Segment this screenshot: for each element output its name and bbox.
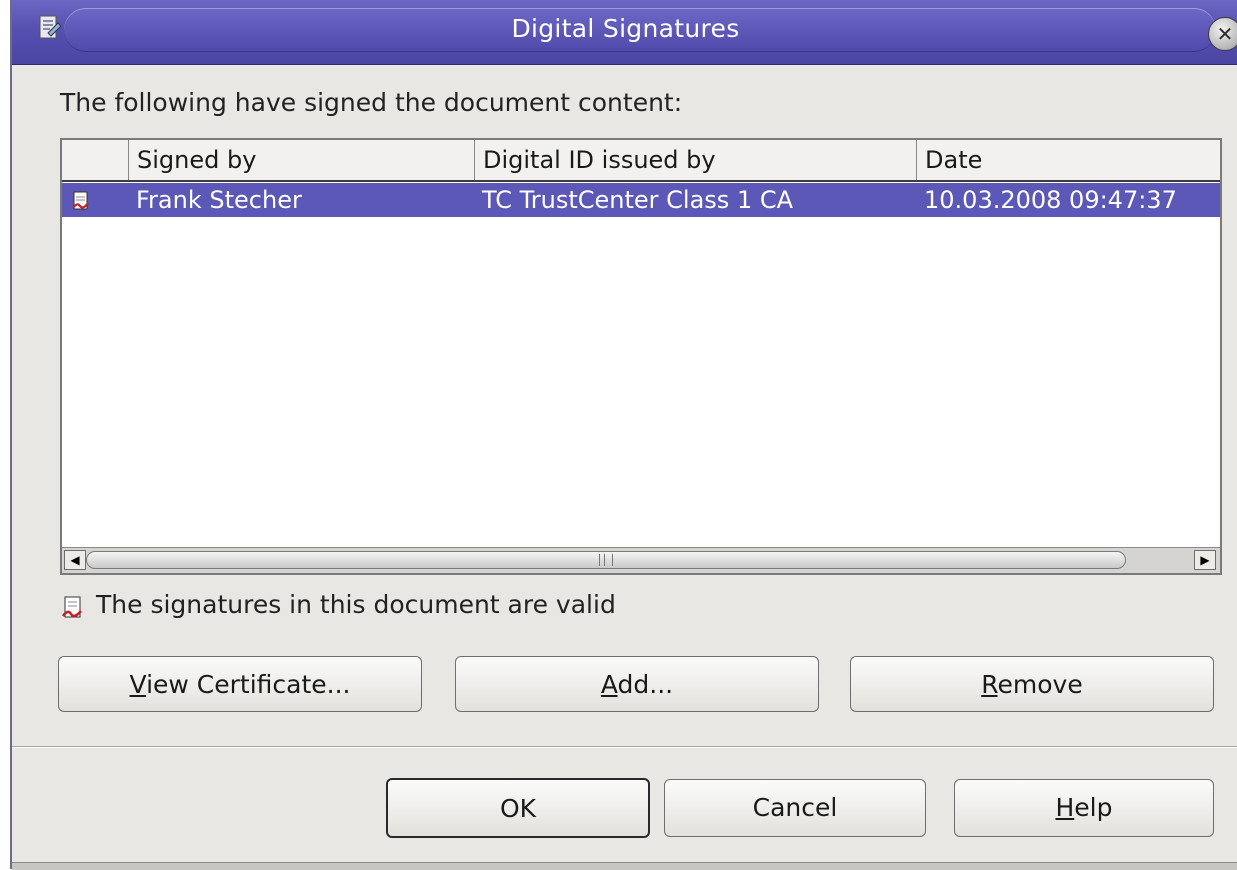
title-bar[interactable]: Digital Signatures ✕: [12, 0, 1237, 65]
cell-issued-by: TC TrustCenter Class 1 CA: [482, 186, 794, 214]
remove-button[interactable]: Remove: [850, 656, 1214, 712]
signature-status-text: The signatures in this document are vali…: [96, 590, 616, 619]
scroll-left-icon[interactable]: ◀: [64, 550, 86, 570]
cancel-button[interactable]: Cancel: [664, 779, 926, 837]
list-header: Signed by Digital ID issued by Date: [62, 140, 1220, 182]
signature-icon: [72, 191, 89, 210]
ok-button[interactable]: OK: [386, 778, 650, 838]
remove-label: emove: [997, 670, 1083, 699]
signature-valid-icon: [61, 596, 82, 618]
add-label: dd...: [617, 670, 674, 699]
help-button[interactable]: Help: [954, 779, 1214, 837]
scrollbar-thumb[interactable]: [86, 551, 1126, 569]
view-certificate-mnemonic: V: [129, 670, 147, 699]
help-mnemonic: H: [1055, 793, 1075, 822]
scroll-right-icon[interactable]: ▶: [1194, 550, 1216, 570]
table-row[interactable]: Frank Stecher TC TrustCenter Class 1 CA …: [62, 183, 1220, 217]
remove-mnemonic: R: [981, 670, 998, 699]
horizontal-scrollbar[interactable]: ◀ ▶: [62, 547, 1220, 573]
cell-signed-by: Frank Stecher: [136, 186, 302, 214]
dialog-window: Digital Signatures ✕ The following have …: [10, 0, 1237, 870]
cell-date: 10.03.2008 09:47:37: [924, 186, 1177, 214]
column-header-icon[interactable]: [62, 140, 128, 180]
signatures-list[interactable]: Signed by Digital ID issued by Date Fran…: [60, 138, 1222, 575]
column-header-issued-by[interactable]: Digital ID issued by: [474, 140, 916, 180]
add-mnemonic: A: [600, 670, 618, 699]
separator: [12, 746, 1237, 748]
column-header-signed-by[interactable]: Signed by: [128, 140, 474, 180]
help-label: elp: [1074, 793, 1113, 822]
window-title: Digital Signatures: [511, 14, 740, 43]
close-icon[interactable]: ✕: [1208, 17, 1237, 51]
scrollbar-grip-icon: [599, 554, 613, 566]
view-certificate-button[interactable]: View Certificate...: [58, 656, 422, 712]
column-header-date[interactable]: Date: [916, 140, 1220, 180]
signers-heading: The following have signed the document c…: [60, 88, 683, 117]
add-button[interactable]: Add...: [455, 656, 819, 712]
view-certificate-label: iew Certificate...: [146, 670, 351, 699]
